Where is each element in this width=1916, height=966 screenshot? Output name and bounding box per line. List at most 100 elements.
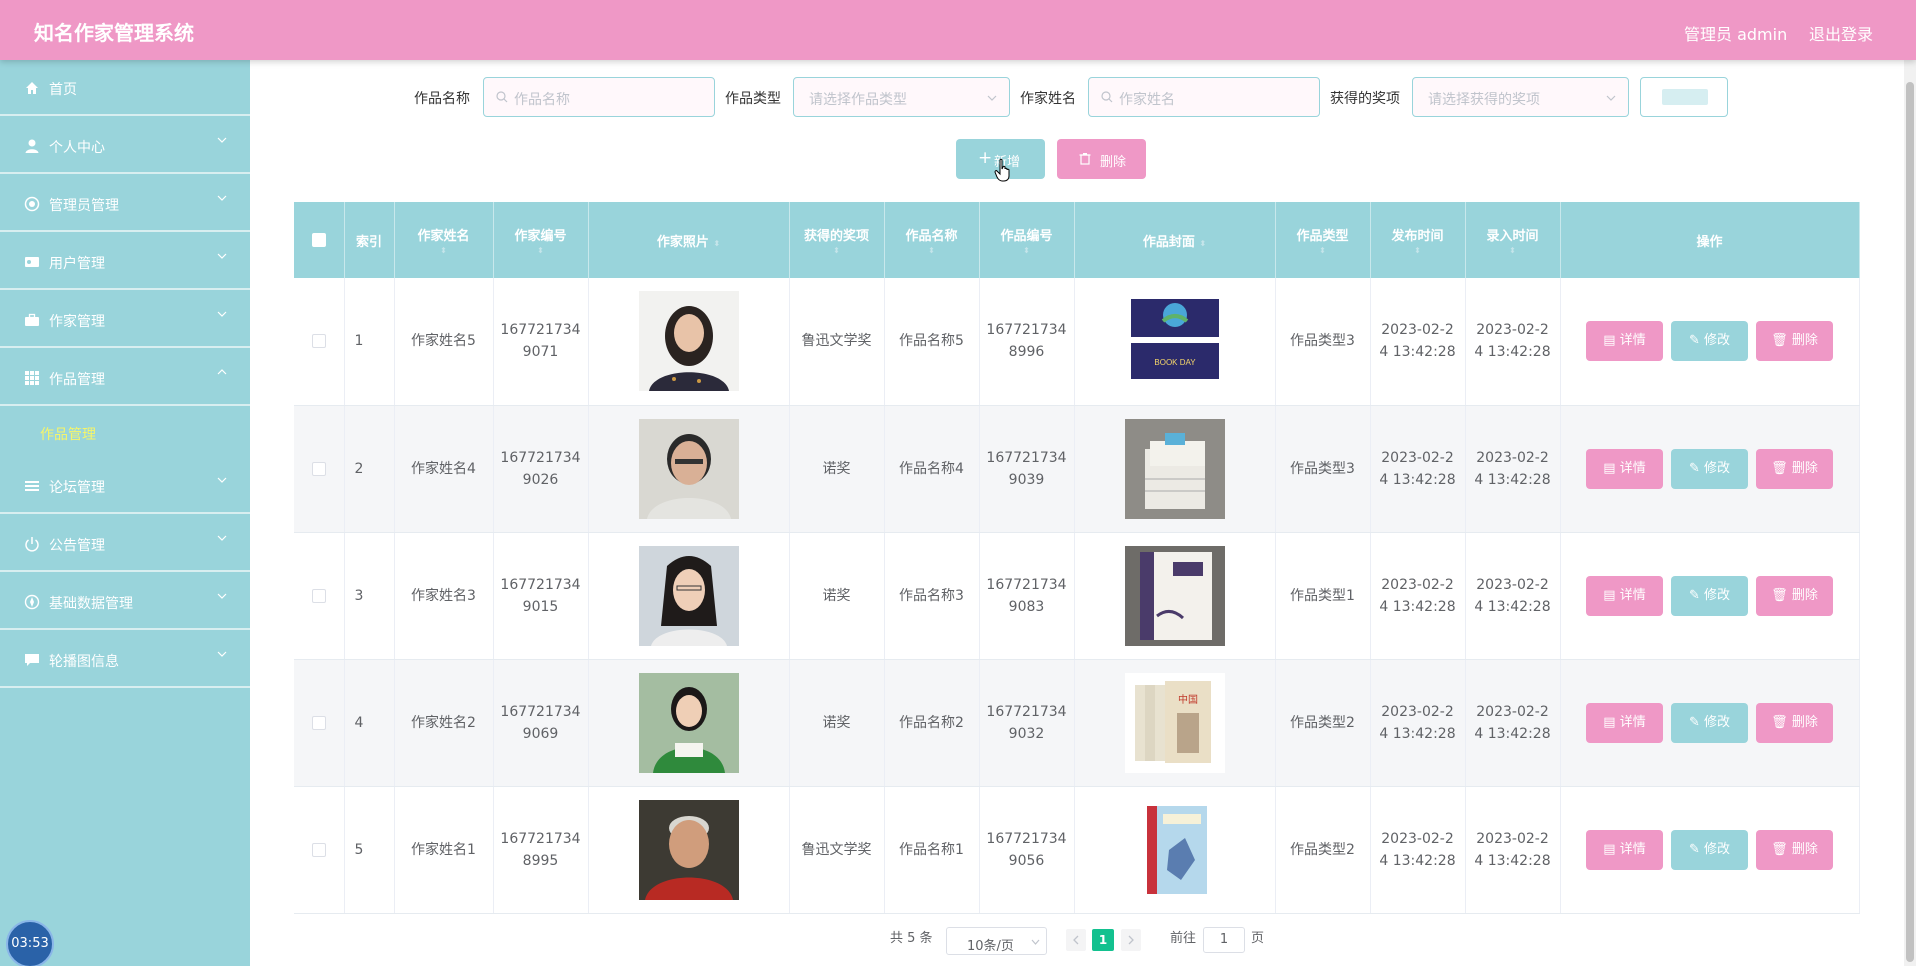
- header-author-photo[interactable]: 作家照片 ⬍: [588, 202, 790, 278]
- author-no: 167721734 9015: [493, 532, 589, 660]
- work-type: 作品类型3: [1275, 405, 1371, 533]
- edit-button[interactable]: ✎ 修改: [1671, 448, 1748, 489]
- work-name: 作品名称3: [884, 532, 980, 660]
- row-index: 5: [344, 786, 395, 914]
- sidebar-item-home[interactable]: 首页: [0, 60, 250, 116]
- delete-button[interactable]: 🗑 删除: [1756, 575, 1833, 616]
- work-type: 作品类型3: [1275, 278, 1371, 406]
- author-photo[interactable]: [638, 291, 739, 392]
- sort-icon[interactable]: ⬍: [1199, 239, 1206, 248]
- sidebar-item-works[interactable]: 作品管理: [0, 350, 250, 406]
- row-checkbox[interactable]: [311, 842, 326, 857]
- sort-icon[interactable]: ⬍: [1466, 246, 1560, 255]
- search-icon: [496, 91, 508, 103]
- work-cover[interactable]: BOOK DAY: [1124, 291, 1225, 392]
- delete-button[interactable]: 🗑 删除: [1756, 702, 1833, 743]
- page-size-select[interactable]: 10条/页: [946, 927, 1047, 955]
- sort-icon[interactable]: ⬍: [395, 246, 493, 255]
- prev-page-button[interactable]: [1066, 929, 1086, 951]
- header-work-cover[interactable]: 作品封面 ⬍: [1074, 202, 1276, 278]
- work-name-input[interactable]: 作品名称: [483, 77, 715, 117]
- sort-icon[interactable]: ⬍: [1371, 246, 1465, 255]
- row-index: 4: [344, 659, 395, 787]
- award-select[interactable]: 请选择获得的奖项: [1412, 77, 1629, 117]
- edit-button[interactable]: ✎ 修改: [1671, 702, 1748, 743]
- author-name-input[interactable]: 作家姓名: [1088, 77, 1320, 117]
- page-number-current[interactable]: 1: [1092, 929, 1114, 951]
- row-checkbox[interactable]: [311, 334, 326, 349]
- sidebar-item-carousel[interactable]: 轮播图信息: [0, 632, 250, 688]
- author-name: 作家姓名4: [394, 405, 494, 533]
- row-checkbox[interactable]: [311, 588, 326, 603]
- compass-icon: [24, 594, 40, 610]
- award: 诺奖: [789, 659, 885, 787]
- sidebar-item-admins[interactable]: 管理员管理: [0, 176, 250, 232]
- vertical-scrollbar[interactable]: [1904, 60, 1916, 966]
- author-no: 167721734 8995: [493, 786, 589, 914]
- chevron-down-icon: [217, 253, 227, 259]
- work-type-select[interactable]: 请选择作品类型: [793, 77, 1010, 117]
- work-no: 167721734 9083: [979, 532, 1075, 660]
- work-cover[interactable]: [1124, 545, 1225, 646]
- work-cover[interactable]: [1124, 799, 1225, 900]
- power-icon: [25, 537, 39, 552]
- header-author-name[interactable]: 作家姓名 ⬍: [394, 202, 494, 278]
- row-checkbox[interactable]: [311, 461, 326, 476]
- sort-icon[interactable]: ⬍: [494, 246, 588, 255]
- author-photo[interactable]: [638, 545, 739, 646]
- select-all-header[interactable]: [294, 202, 345, 278]
- delete-button[interactable]: 🗑 删除: [1756, 829, 1833, 870]
- page-jump-input[interactable]: 1: [1203, 927, 1245, 953]
- detail-button[interactable]: ▤ 详情: [1586, 829, 1663, 870]
- sidebar-item-users[interactable]: 用户管理: [0, 234, 250, 290]
- chevron-right-icon: [1128, 935, 1134, 945]
- logout-link[interactable]: 退出登录: [1809, 21, 1873, 45]
- sort-icon[interactable]: ⬍: [1276, 246, 1370, 255]
- record-time: 2023-02-2 4 13:42:28: [1465, 278, 1561, 406]
- record-time: 2023-02-2 4 13:42:28: [1465, 659, 1561, 787]
- award: 鲁迅文学奖: [789, 786, 885, 914]
- work-type-label: 作品类型: [725, 91, 781, 107]
- select-all-checkbox[interactable]: [311, 233, 326, 247]
- next-page-button[interactable]: [1121, 929, 1141, 951]
- batch-delete-button[interactable]: 删除: [1057, 139, 1146, 179]
- header-author-no[interactable]: 作家编号 ⬍: [493, 202, 589, 278]
- detail-button[interactable]: ▤ 详情: [1586, 448, 1663, 489]
- chevron-down-icon: [1031, 939, 1040, 945]
- author-photo[interactable]: [638, 418, 739, 519]
- sort-icon[interactable]: ⬍: [713, 239, 720, 248]
- header-work-type[interactable]: 作品类型 ⬍: [1275, 202, 1371, 278]
- delete-button[interactable]: 🗑 删除: [1756, 448, 1833, 489]
- row-actions: ▤ 详情 ✎ 修改 🗑 删除: [1560, 278, 1860, 406]
- detail-button[interactable]: ▤ 详情: [1586, 575, 1663, 616]
- header-award[interactable]: 获得的奖项 ⬍: [789, 202, 885, 278]
- sidebar-item-personal[interactable]: 个人中心: [0, 118, 250, 174]
- search-button[interactable]: [1640, 77, 1728, 117]
- delete-button[interactable]: 🗑 删除: [1756, 321, 1833, 362]
- author-photo[interactable]: [638, 799, 739, 900]
- header-work-no[interactable]: 作品编号 ⬍: [979, 202, 1075, 278]
- edit-button[interactable]: ✎ 修改: [1671, 575, 1748, 616]
- header-record-time[interactable]: 录入时间 ⬍: [1465, 202, 1561, 278]
- edit-button[interactable]: ✎ 修改: [1671, 829, 1748, 870]
- chevron-down-icon: [217, 477, 227, 483]
- sidebar-item-forum[interactable]: 论坛管理: [0, 458, 250, 514]
- sort-icon[interactable]: ⬍: [980, 246, 1074, 255]
- search-icon: [1101, 91, 1113, 103]
- sidebar-item-basic-data[interactable]: 基础数据管理: [0, 574, 250, 630]
- row-checkbox[interactable]: [311, 715, 326, 730]
- author-photo[interactable]: [638, 672, 739, 773]
- sidebar-item-notices[interactable]: 公告管理: [0, 516, 250, 572]
- detail-button[interactable]: ▤ 详情: [1586, 702, 1663, 743]
- header-publish-time[interactable]: 发布时间 ⬍: [1370, 202, 1466, 278]
- work-cover[interactable]: [1124, 418, 1225, 519]
- detail-button[interactable]: ▤ 详情: [1586, 321, 1663, 362]
- sort-icon[interactable]: ⬍: [885, 246, 979, 255]
- edit-button[interactable]: ✎ 修改: [1671, 321, 1748, 362]
- submenu-item-works[interactable]: 作品管理: [0, 408, 250, 458]
- work-cover[interactable]: 中国: [1124, 672, 1225, 773]
- sidebar-item-authors[interactable]: 作家管理: [0, 292, 250, 348]
- work-no: 167721734 9039: [979, 405, 1075, 533]
- header-work-name[interactable]: 作品名称 ⬍: [884, 202, 980, 278]
- sort-icon[interactable]: ⬍: [790, 246, 884, 255]
